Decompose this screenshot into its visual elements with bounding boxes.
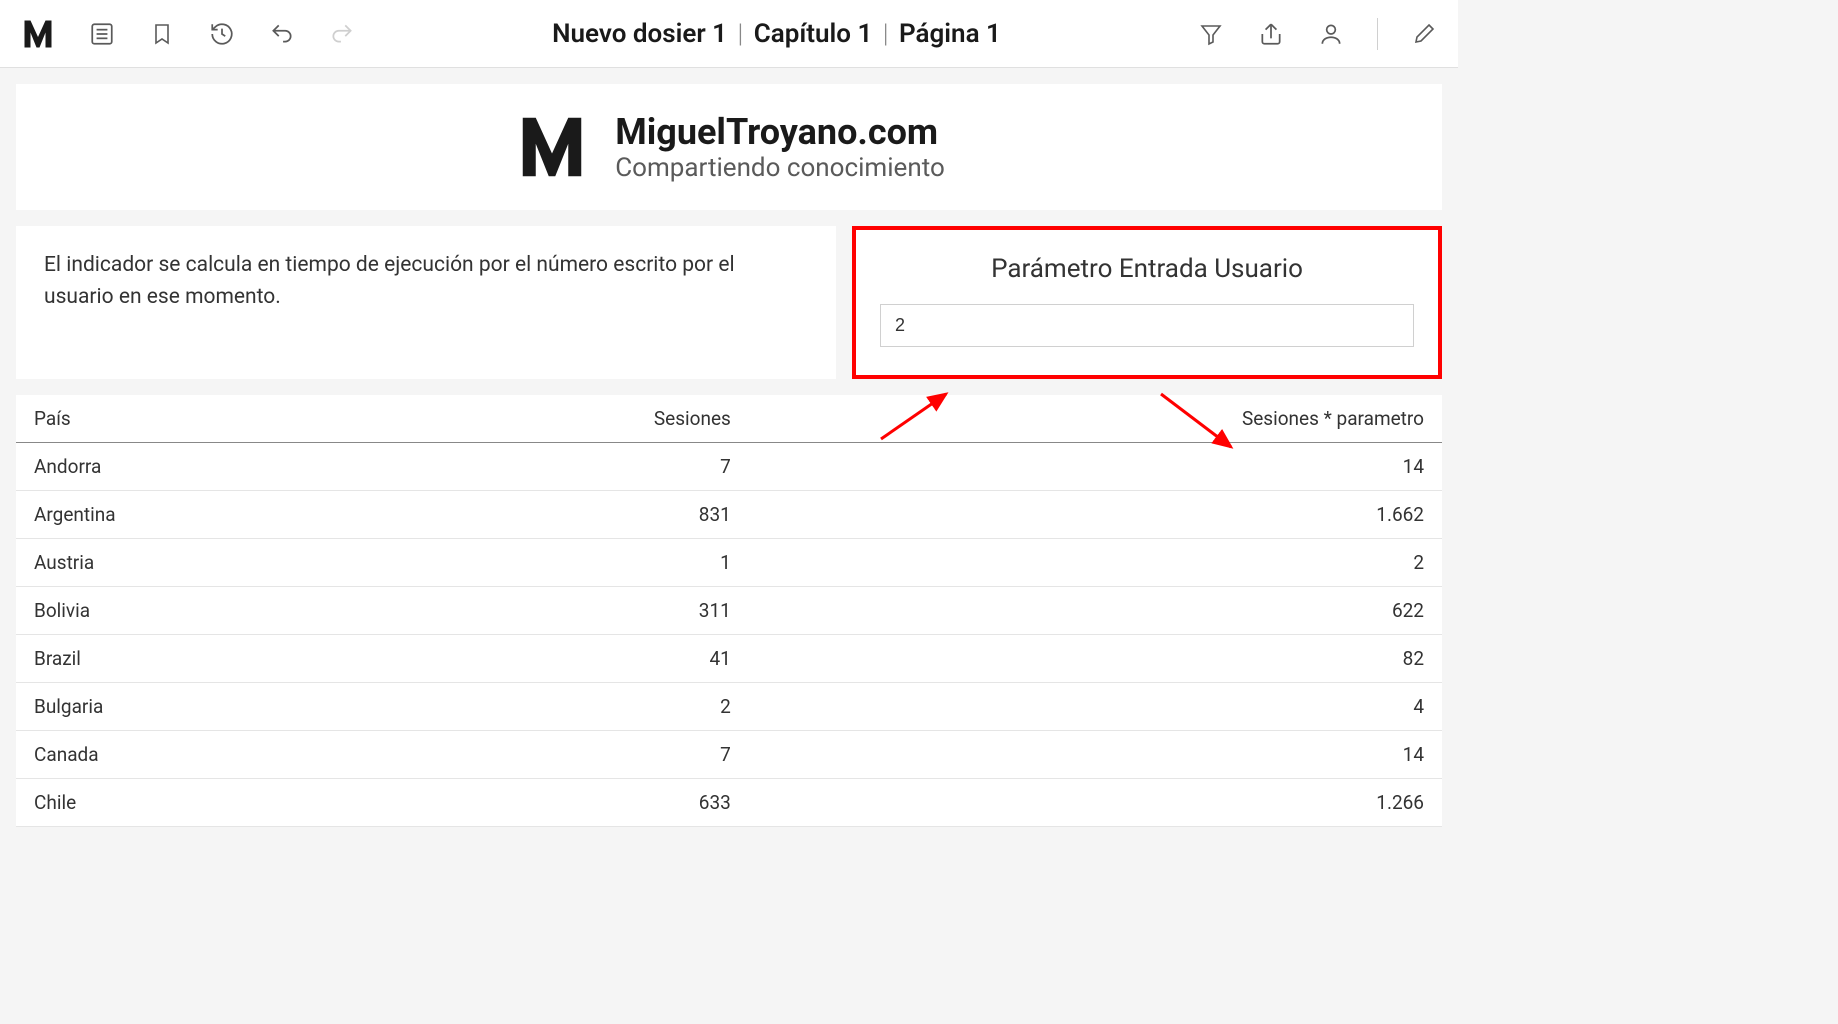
- breadcrumb-chapter[interactable]: Capítulo 1: [754, 19, 873, 49]
- breadcrumb-separator: |: [738, 19, 744, 49]
- cell-sessions: 7: [390, 731, 749, 779]
- topbar-divider: [1377, 18, 1378, 50]
- edit-icon[interactable]: [1410, 20, 1438, 48]
- undo-icon[interactable]: [268, 20, 296, 48]
- cell-country: Bulgaria: [16, 683, 390, 731]
- filter-icon[interactable]: [1197, 20, 1225, 48]
- cell-sessions-param: 1.662: [749, 491, 1442, 539]
- breadcrumb-dossier[interactable]: Nuevo dosier 1: [552, 19, 727, 49]
- cell-country: Canada: [16, 731, 390, 779]
- cell-country: Andorra: [16, 443, 390, 491]
- cell-sessions-param: 1.266: [749, 779, 1442, 827]
- cell-country: Argentina: [16, 491, 390, 539]
- cell-sessions: 7: [390, 443, 749, 491]
- toc-icon[interactable]: [88, 20, 116, 48]
- topbar-left: [20, 16, 356, 52]
- cell-sessions: 311: [390, 587, 749, 635]
- cell-sessions: 633: [390, 779, 749, 827]
- redo-icon: [328, 20, 356, 48]
- table-row[interactable]: Bulgaria24: [16, 683, 1442, 731]
- cell-sessions-param: 82: [749, 635, 1442, 683]
- table-row[interactable]: Brazil4182: [16, 635, 1442, 683]
- description-panel: El indicador se calcula en tiempo de eje…: [16, 226, 836, 379]
- column-header-sessions[interactable]: Sesiones: [390, 395, 749, 443]
- breadcrumb-separator: |: [883, 19, 889, 49]
- breadcrumb: Nuevo dosier 1 | Capítulo 1 | Página 1: [356, 19, 1197, 49]
- data-table-wrapper: País Sesiones Sesiones * parametro Andor…: [16, 395, 1442, 827]
- banner-text: MiguelTroyano.com Compartiendo conocimie…: [615, 111, 945, 183]
- parameter-title: Parámetro Entrada Usuario: [880, 254, 1414, 284]
- bookmark-icon[interactable]: [148, 20, 176, 48]
- topbar-right: [1197, 18, 1438, 50]
- cell-country: Chile: [16, 779, 390, 827]
- cell-sessions: 41: [390, 635, 749, 683]
- banner: MiguelTroyano.com Compartiendo conocimie…: [16, 84, 1442, 210]
- cell-country: Austria: [16, 539, 390, 587]
- content-area: MiguelTroyano.com Compartiendo conocimie…: [0, 68, 1458, 843]
- history-icon[interactable]: [208, 20, 236, 48]
- banner-title: MiguelTroyano.com: [615, 111, 945, 153]
- brand-logo-icon: [513, 108, 591, 186]
- column-header-country[interactable]: País: [16, 395, 390, 443]
- table-row[interactable]: Andorra714: [16, 443, 1442, 491]
- cell-country: Bolivia: [16, 587, 390, 635]
- cell-sessions-param: 4: [749, 683, 1442, 731]
- table-row[interactable]: Argentina8311.662: [16, 491, 1442, 539]
- table-row[interactable]: Austria12: [16, 539, 1442, 587]
- cell-sessions: 2: [390, 683, 749, 731]
- cell-sessions: 831: [390, 491, 749, 539]
- column-header-sessions-param[interactable]: Sesiones * parametro: [749, 395, 1442, 443]
- cell-sessions-param: 2: [749, 539, 1442, 587]
- app-logo-icon: [20, 16, 56, 52]
- table-row[interactable]: Chile6331.266: [16, 779, 1442, 827]
- cell-sessions-param: 622: [749, 587, 1442, 635]
- user-icon[interactable]: [1317, 20, 1345, 48]
- data-table: País Sesiones Sesiones * parametro Andor…: [16, 395, 1442, 827]
- table-row[interactable]: Canada714: [16, 731, 1442, 779]
- banner-subtitle: Compartiendo conocimiento: [615, 153, 945, 183]
- cell-sessions-param: 14: [749, 731, 1442, 779]
- cell-country: Brazil: [16, 635, 390, 683]
- table-header-row: País Sesiones Sesiones * parametro: [16, 395, 1442, 443]
- table-row[interactable]: Bolivia311622: [16, 587, 1442, 635]
- share-icon[interactable]: [1257, 20, 1285, 48]
- parameter-input[interactable]: [880, 304, 1414, 347]
- cell-sessions: 1: [390, 539, 749, 587]
- cell-sessions-param: 14: [749, 443, 1442, 491]
- parameter-panel: Parámetro Entrada Usuario: [852, 226, 1442, 379]
- info-row: El indicador se calcula en tiempo de eje…: [16, 226, 1442, 379]
- topbar: Nuevo dosier 1 | Capítulo 1 | Página 1: [0, 0, 1458, 68]
- breadcrumb-page[interactable]: Página 1: [899, 19, 1001, 49]
